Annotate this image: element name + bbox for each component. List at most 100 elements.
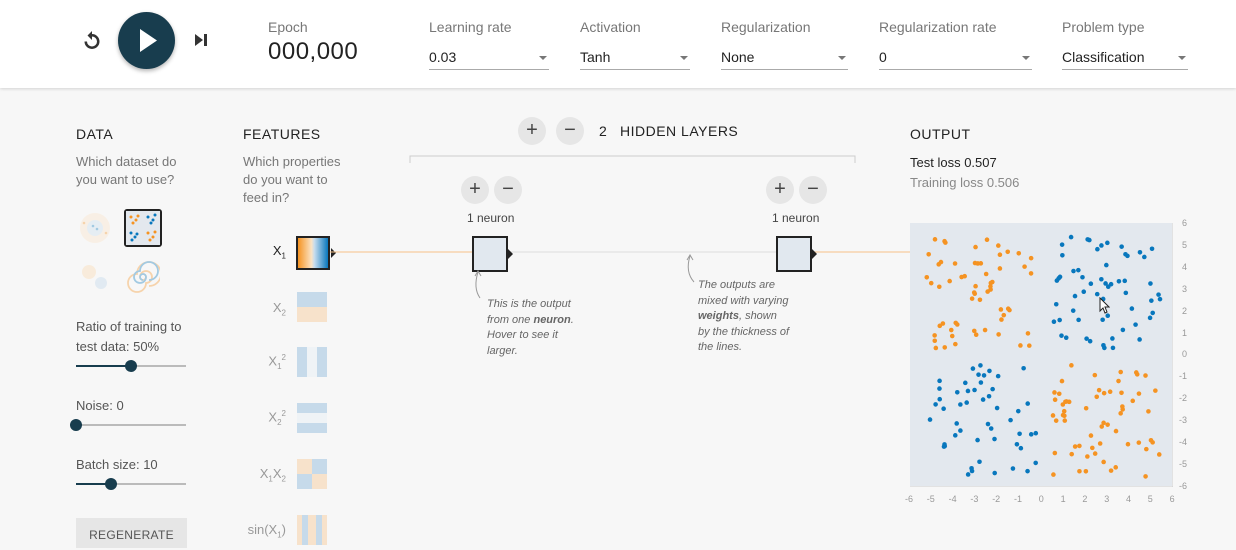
- scatter-point: [1054, 278, 1060, 283]
- scatter-point: [1018, 445, 1024, 451]
- scatter-point: [954, 421, 959, 426]
- scatter-point: [1070, 308, 1076, 313]
- feature-x1x2-box[interactable]: [297, 459, 327, 489]
- scatter-point: [1060, 412, 1066, 418]
- scatter-point: [1119, 390, 1124, 396]
- hidden-neuron-2[interactable]: [776, 236, 812, 272]
- add-neuron-layer2-button[interactable]: +: [766, 176, 794, 204]
- scatter-point: [1068, 234, 1074, 240]
- scatter-point: [1028, 432, 1034, 437]
- problem-type-select[interactable]: Classification: [1062, 46, 1188, 70]
- feature-x1-box[interactable]: [296, 236, 330, 270]
- step-forward-icon[interactable]: [192, 31, 210, 49]
- minus-icon: −: [807, 178, 819, 200]
- scatter-point: [975, 437, 980, 443]
- noise-slider-track[interactable]: [76, 424, 186, 426]
- scatter-point: [933, 402, 938, 407]
- scatter-point: [1105, 422, 1110, 427]
- regenerate-button[interactable]: REGENERATE: [76, 518, 187, 548]
- remove-neuron-layer2-button[interactable]: −: [799, 176, 827, 204]
- y-tick-label: -4: [1179, 437, 1188, 447]
- output-scatter-points: [924, 234, 1163, 479]
- annotation2-line4: by the thickness of: [698, 325, 790, 338]
- scatter-point: [999, 317, 1004, 322]
- scatter-point: [1028, 271, 1034, 276]
- batch-slider-knob[interactable]: [105, 478, 118, 490]
- remove-neuron-layer1-button[interactable]: −: [494, 176, 522, 204]
- feature-x2-box[interactable]: [297, 292, 327, 322]
- scatter-point: [1110, 336, 1115, 341]
- reset-icon[interactable]: [80, 29, 104, 53]
- scatter-point: [1136, 440, 1142, 445]
- scatter-point: [1125, 253, 1130, 259]
- scatter-point: [980, 397, 986, 402]
- scatter-point: [1052, 450, 1058, 456]
- scatter-point: [1096, 387, 1102, 393]
- feature-x2-squared-box[interactable]: [297, 403, 327, 433]
- remove-layer-button[interactable]: −: [556, 117, 584, 145]
- learning-rate-value: 0.03: [429, 49, 457, 65]
- scatter-point: [1113, 465, 1119, 470]
- scatter-point: [947, 278, 952, 284]
- x-tick-label: 6: [1169, 494, 1175, 504]
- scatter-point: [1150, 310, 1156, 316]
- add-layer-button[interactable]: +: [518, 117, 546, 145]
- scatter-point: [953, 320, 959, 326]
- scatter-point: [949, 333, 955, 339]
- scatter-point: [986, 393, 992, 399]
- hidden-layers-count: 2: [599, 123, 608, 139]
- scatter-point: [975, 261, 981, 266]
- hidden-layers-bracket: [409, 155, 856, 163]
- dataset-circle-thumb[interactable]: [76, 209, 114, 247]
- scatter-point: [1052, 397, 1058, 402]
- scatter-point: [1148, 281, 1153, 286]
- output-x-axis-line: [910, 486, 1173, 487]
- activation-select[interactable]: Tanh: [580, 46, 690, 70]
- regularization-select[interactable]: None: [721, 46, 848, 70]
- regularization-rate-select[interactable]: 0: [879, 46, 1032, 70]
- feature-x1-label: X1: [272, 243, 286, 261]
- scatter-point: [932, 338, 938, 344]
- noise-label: Noise: 0: [76, 398, 124, 413]
- x-tick-label: 1: [1060, 494, 1066, 504]
- feature-sin-x1-label: sin(X1): [247, 522, 286, 540]
- scatter-point: [927, 417, 933, 422]
- y-tick-label: -5: [1179, 458, 1188, 469]
- epoch-value: 000,000: [268, 38, 359, 65]
- learning-rate-select[interactable]: 0.03: [429, 46, 549, 70]
- scatter-point: [1110, 345, 1116, 351]
- scatter-point: [1033, 430, 1039, 436]
- scatter-point: [1108, 468, 1114, 473]
- neuron-2-output-arrow: [812, 249, 817, 259]
- dataset-gaussian-thumb[interactable]: [76, 258, 114, 296]
- test-loss-value: 0.507: [964, 155, 997, 170]
- scatter-point: [1094, 291, 1100, 297]
- y-tick-label: -6: [1179, 480, 1188, 491]
- scatter-point: [1088, 281, 1094, 287]
- feature-x2-squared-label: X22: [268, 409, 286, 427]
- chevron-down-icon: [1178, 56, 1186, 60]
- noise-slider-knob[interactable]: [70, 419, 82, 431]
- output-y-axis-line: [1172, 223, 1173, 487]
- scatter-point: [983, 271, 989, 277]
- hidden-neuron-1[interactable]: [472, 236, 508, 272]
- dataset-spiral-thumb[interactable]: [124, 258, 162, 296]
- scatter-point: [964, 400, 969, 405]
- y-tick-label: -2: [1179, 393, 1188, 404]
- chevron-down-icon: [680, 56, 688, 60]
- output-plot[interactable]: [910, 223, 1172, 486]
- feature-x1x2-label: X1X2: [259, 466, 286, 484]
- problem-type-label: Problem type: [1062, 19, 1145, 35]
- scatter-point: [1076, 267, 1081, 273]
- scatter-point: [1016, 251, 1022, 256]
- play-button[interactable]: [118, 12, 175, 69]
- epoch-label: Epoch: [268, 19, 308, 35]
- ratio-slider-knob[interactable]: [125, 360, 137, 372]
- minus-icon: −: [564, 119, 576, 141]
- scatter-point: [1137, 337, 1142, 342]
- feature-x1-squared-box[interactable]: [297, 347, 327, 377]
- dataset-xor-thumb[interactable]: [124, 209, 162, 247]
- add-neuron-layer1-button[interactable]: +: [461, 176, 489, 204]
- scatter-point: [978, 363, 983, 368]
- scatter-point: [1146, 409, 1151, 414]
